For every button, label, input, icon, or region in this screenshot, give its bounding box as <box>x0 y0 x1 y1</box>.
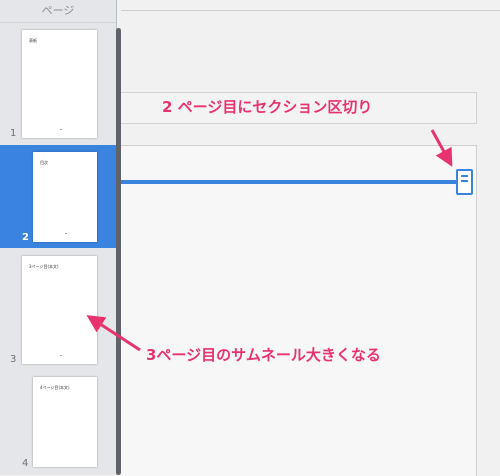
arrow-to-section-icon <box>430 129 453 167</box>
annotation-arrows <box>86 129 453 352</box>
arrow-to-page-3 <box>86 315 141 352</box>
